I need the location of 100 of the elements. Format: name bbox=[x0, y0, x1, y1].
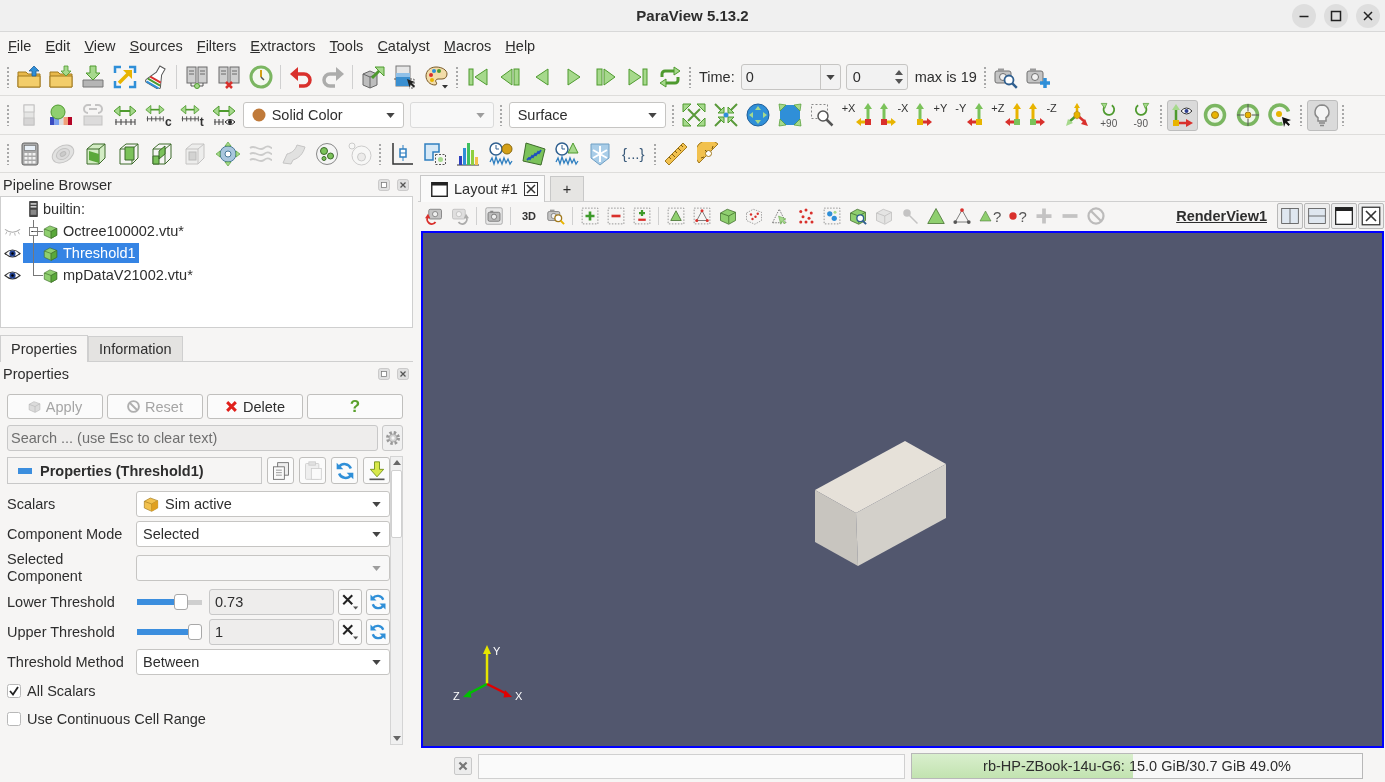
settings-button[interactable] bbox=[382, 425, 403, 451]
menu-item[interactable]: File bbox=[1, 37, 39, 54]
pipeline-item[interactable]: Threshold1 bbox=[23, 243, 139, 263]
scrollbar[interactable] bbox=[390, 456, 403, 745]
points-box-icon[interactable] bbox=[823, 207, 842, 225]
menu-item[interactable]: Edit bbox=[38, 37, 78, 54]
copy-button[interactable] bbox=[267, 457, 294, 484]
close-icon[interactable] bbox=[397, 368, 409, 380]
float-icon[interactable] bbox=[378, 179, 390, 191]
triangle-cursor-icon[interactable] bbox=[771, 207, 790, 225]
select-subtract-icon[interactable] bbox=[607, 207, 626, 225]
circle-arrows-icon[interactable] bbox=[745, 103, 770, 127]
sphere-gradient-icon[interactable] bbox=[49, 103, 73, 127]
slider-thumb[interactable] bbox=[174, 594, 189, 610]
rescale-range-button[interactable]: c bbox=[145, 102, 172, 128]
toolbar-grip[interactable] bbox=[6, 66, 10, 88]
menu-item[interactable]: Extractors bbox=[243, 37, 323, 54]
clear-button[interactable] bbox=[338, 619, 362, 645]
step-back-icon[interactable] bbox=[498, 65, 522, 89]
clock-wave-triangle-icon[interactable] bbox=[554, 141, 579, 166]
camera-undo-icon[interactable] bbox=[425, 207, 443, 225]
value-field[interactable]: 0.73 bbox=[209, 589, 334, 615]
maximize-button[interactable] bbox=[1331, 203, 1357, 229]
grouped-circles-icon[interactable] bbox=[314, 141, 339, 166]
select-toggle-icon[interactable] bbox=[633, 207, 652, 225]
dotted-cube-icon[interactable] bbox=[745, 207, 764, 225]
download-button[interactable] bbox=[363, 457, 390, 484]
clear-button[interactable] bbox=[338, 589, 362, 615]
corner-selection-icon[interactable] bbox=[422, 141, 447, 166]
clock-wave-icon[interactable] bbox=[488, 141, 513, 166]
rotate-view-button[interactable]: +90 bbox=[1098, 101, 1119, 129]
zoom-box-icon[interactable] bbox=[809, 103, 834, 127]
range-arrows-eye-icon[interactable] bbox=[211, 103, 236, 127]
rescale-range-button[interactable]: t bbox=[179, 102, 204, 128]
arrows-in-icon[interactable] bbox=[713, 103, 738, 127]
rotate-view-button[interactable]: -90 bbox=[1130, 101, 1151, 129]
eye-icon[interactable] bbox=[3, 269, 21, 281]
tray-down-arrow-icon[interactable] bbox=[81, 65, 105, 89]
braces-button[interactable]: {...} bbox=[620, 145, 647, 162]
layout-tab[interactable]: Layout #1 bbox=[420, 175, 545, 202]
menu-item[interactable]: Catalyst bbox=[370, 37, 437, 54]
dropdown[interactable]: Sim active bbox=[136, 491, 390, 517]
value-field[interactable]: 1 bbox=[209, 619, 334, 645]
folder-down-arrow-icon[interactable] bbox=[49, 65, 73, 89]
eye-icon[interactable] bbox=[3, 247, 21, 259]
collapse-icon[interactable] bbox=[29, 226, 38, 236]
ruler-icon[interactable] bbox=[664, 141, 689, 166]
cube-arrow-icon[interactable] bbox=[361, 65, 385, 89]
view-direction-button[interactable]: +Z bbox=[991, 102, 1022, 128]
float-icon[interactable] bbox=[378, 368, 390, 380]
view-direction-button[interactable]: -Z bbox=[1029, 102, 1057, 128]
panel-tab[interactable]: Properties bbox=[0, 335, 89, 362]
triangle-points-box-icon[interactable] bbox=[693, 207, 712, 225]
toggle-button[interactable] bbox=[1306, 99, 1338, 131]
camera-magnifier-icon[interactable] bbox=[547, 207, 566, 225]
slider-thumb[interactable] bbox=[188, 624, 202, 640]
add-tab[interactable]: + bbox=[549, 176, 585, 201]
view-direction-button[interactable]: +Y bbox=[916, 102, 948, 128]
select-add-icon[interactable] bbox=[581, 207, 600, 225]
pipeline-item[interactable]: Octree100002.vtu* bbox=[23, 221, 187, 241]
snowflake-icon[interactable] bbox=[587, 141, 612, 166]
arrows-out-icon[interactable] bbox=[681, 103, 706, 127]
folder-up-arrow-icon[interactable] bbox=[17, 65, 41, 89]
view-direction-button[interactable]: -X bbox=[880, 102, 909, 128]
cube-icon[interactable] bbox=[719, 207, 738, 225]
view-direction-button[interactable]: -Y bbox=[955, 102, 984, 128]
step-forward-icon[interactable] bbox=[594, 65, 618, 89]
menu-item[interactable]: Tools bbox=[322, 37, 371, 54]
loop-icon[interactable] bbox=[658, 65, 682, 89]
triangle-box-icon[interactable] bbox=[667, 207, 686, 225]
skip-first-icon[interactable] bbox=[466, 65, 490, 89]
query-point-button[interactable]: ? bbox=[1009, 208, 1027, 224]
toggle-button[interactable] bbox=[1166, 99, 1198, 131]
gradient-selection-icon[interactable] bbox=[393, 65, 417, 89]
clock-icon[interactable] bbox=[249, 65, 273, 89]
frame-arrow-icon[interactable] bbox=[113, 65, 137, 89]
servers-icon[interactable] bbox=[185, 65, 209, 89]
triangle-icon[interactable] bbox=[927, 207, 946, 225]
cube-magnifier-icon[interactable] bbox=[849, 207, 868, 225]
pipeline-item[interactable]: mpDataV21002.vtu* bbox=[23, 265, 196, 285]
toolbar-grip[interactable] bbox=[6, 142, 10, 165]
query-triangle-button[interactable]: ? bbox=[979, 208, 1002, 224]
render-view[interactable]: Y Z X bbox=[421, 231, 1384, 748]
undo-icon[interactable] bbox=[289, 65, 313, 89]
3d-button[interactable]: 3D bbox=[519, 210, 540, 222]
close-icon[interactable] bbox=[397, 179, 409, 191]
menu-item[interactable]: Macros bbox=[436, 37, 499, 54]
time-combo[interactable]: 0 bbox=[740, 64, 841, 90]
section-header[interactable]: Properties (Threshold1) bbox=[7, 457, 262, 484]
isometric-axes-icon[interactable] bbox=[1064, 103, 1089, 127]
target-crosshair-icon[interactable] bbox=[1235, 103, 1260, 127]
square-arrows-icon[interactable] bbox=[777, 103, 802, 127]
toolbar-grip[interactable] bbox=[6, 104, 10, 126]
menu-item[interactable]: Filters bbox=[189, 37, 244, 54]
coloring-dropdown[interactable]: Solid Color bbox=[242, 102, 404, 128]
delete-button[interactable]: Delete bbox=[207, 394, 303, 419]
histogram-icon[interactable] bbox=[455, 141, 480, 166]
cube-slice-icon[interactable] bbox=[116, 141, 141, 166]
search-field[interactable]: Search ... (use Esc to clear text) bbox=[7, 425, 378, 451]
dropdown[interactable]: Between bbox=[136, 649, 390, 675]
